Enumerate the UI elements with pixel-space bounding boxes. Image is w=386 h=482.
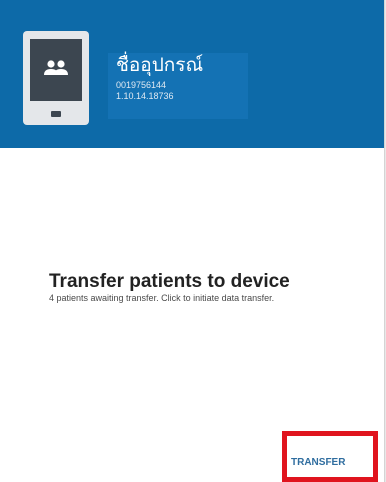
device-info: ชื่ออุปกรณ์ 0019756144 1.10.14.18736 <box>108 53 248 119</box>
tablet-with-people-icon <box>23 31 89 125</box>
people-icon <box>44 60 68 75</box>
device-serial: 0019756144 <box>116 80 167 90</box>
transfer-button[interactable]: TRANSFER <box>291 452 371 472</box>
device-screen <box>30 39 82 101</box>
section-description: 4 patients awaiting transfer. Click to i… <box>49 293 275 303</box>
device-name: ชื่ออุปกรณ์ <box>116 55 204 76</box>
device-header: ชื่ออุปกรณ์ 0019756144 1.10.14.18736 <box>0 0 384 148</box>
device-version: 1.10.14.18736 <box>116 91 174 101</box>
device-home-button <box>51 111 61 117</box>
transfer-card: ชื่ออุปกรณ์ 0019756144 1.10.14.18736 Tra… <box>0 0 385 482</box>
section-title: Transfer patients to device <box>49 271 290 292</box>
